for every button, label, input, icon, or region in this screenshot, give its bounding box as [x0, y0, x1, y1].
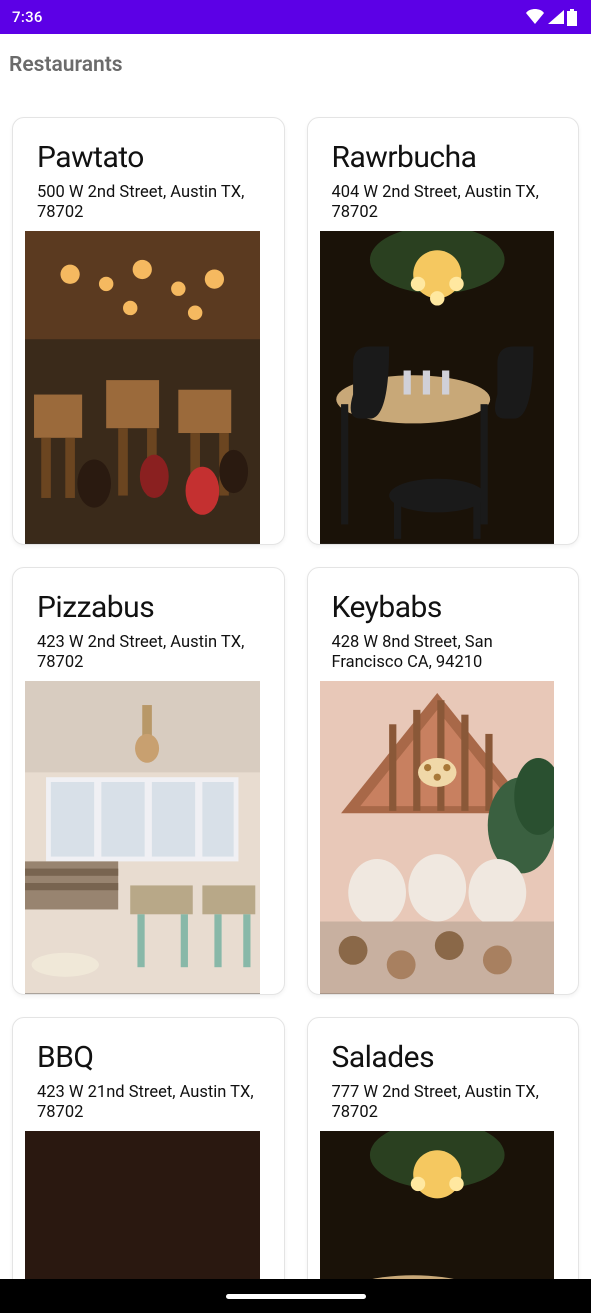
- restaurant-address: 428 W 8nd Street, San Francisco CA, 9421…: [332, 633, 555, 673]
- restaurant-grid: Pawtato 500 W 2nd Street, Austin TX, 787…: [0, 77, 591, 1313]
- restaurant-image: [25, 231, 260, 544]
- restaurant-name: Pizzabus: [37, 590, 260, 625]
- nav-handle[interactable]: [226, 1294, 366, 1299]
- restaurant-card[interactable]: Pizzabus 423 W 2nd Street, Austin TX, 78…: [12, 567, 285, 995]
- status-icons: [525, 9, 577, 26]
- restaurant-image: [25, 681, 260, 994]
- cell-signal-icon: [547, 9, 565, 25]
- restaurant-address: 404 W 2nd Street, Austin TX, 78702: [332, 183, 555, 223]
- restaurant-address: 777 W 2nd Street, Austin TX, 78702: [332, 1083, 555, 1123]
- restaurant-card[interactable]: Salades 777 W 2nd Street, Austin TX, 787…: [307, 1017, 580, 1313]
- status-bar: 7:36: [0, 0, 591, 34]
- wifi-icon: [525, 9, 545, 25]
- restaurant-card[interactable]: Rawrbucha 404 W 2nd Street, Austin TX, 7…: [307, 117, 580, 545]
- restaurant-name: BBQ: [37, 1040, 260, 1075]
- restaurant-image: [320, 231, 555, 544]
- battery-icon: [567, 9, 577, 26]
- restaurant-name: Pawtato: [37, 140, 260, 175]
- page-title: Restaurants: [0, 34, 591, 77]
- restaurant-address: 500 W 2nd Street, Austin TX, 78702: [37, 183, 260, 223]
- android-nav-bar: [0, 1279, 591, 1313]
- status-time: 7:36: [12, 8, 43, 26]
- restaurant-card[interactable]: Keybabs 428 W 8nd Street, San Francisco …: [307, 567, 580, 995]
- restaurant-address: 423 W 2nd Street, Austin TX, 78702: [37, 633, 260, 673]
- restaurant-address: 423 W 21nd Street, Austin TX, 78702: [37, 1083, 260, 1123]
- restaurant-card[interactable]: BBQ 423 W 21nd Street, Austin TX, 78702: [12, 1017, 285, 1313]
- restaurant-name: Keybabs: [332, 590, 555, 625]
- restaurant-name: Rawrbucha: [332, 140, 555, 175]
- restaurant-image: [320, 681, 555, 994]
- restaurant-name: Salades: [332, 1040, 555, 1075]
- restaurant-card[interactable]: Pawtato 500 W 2nd Street, Austin TX, 787…: [12, 117, 285, 545]
